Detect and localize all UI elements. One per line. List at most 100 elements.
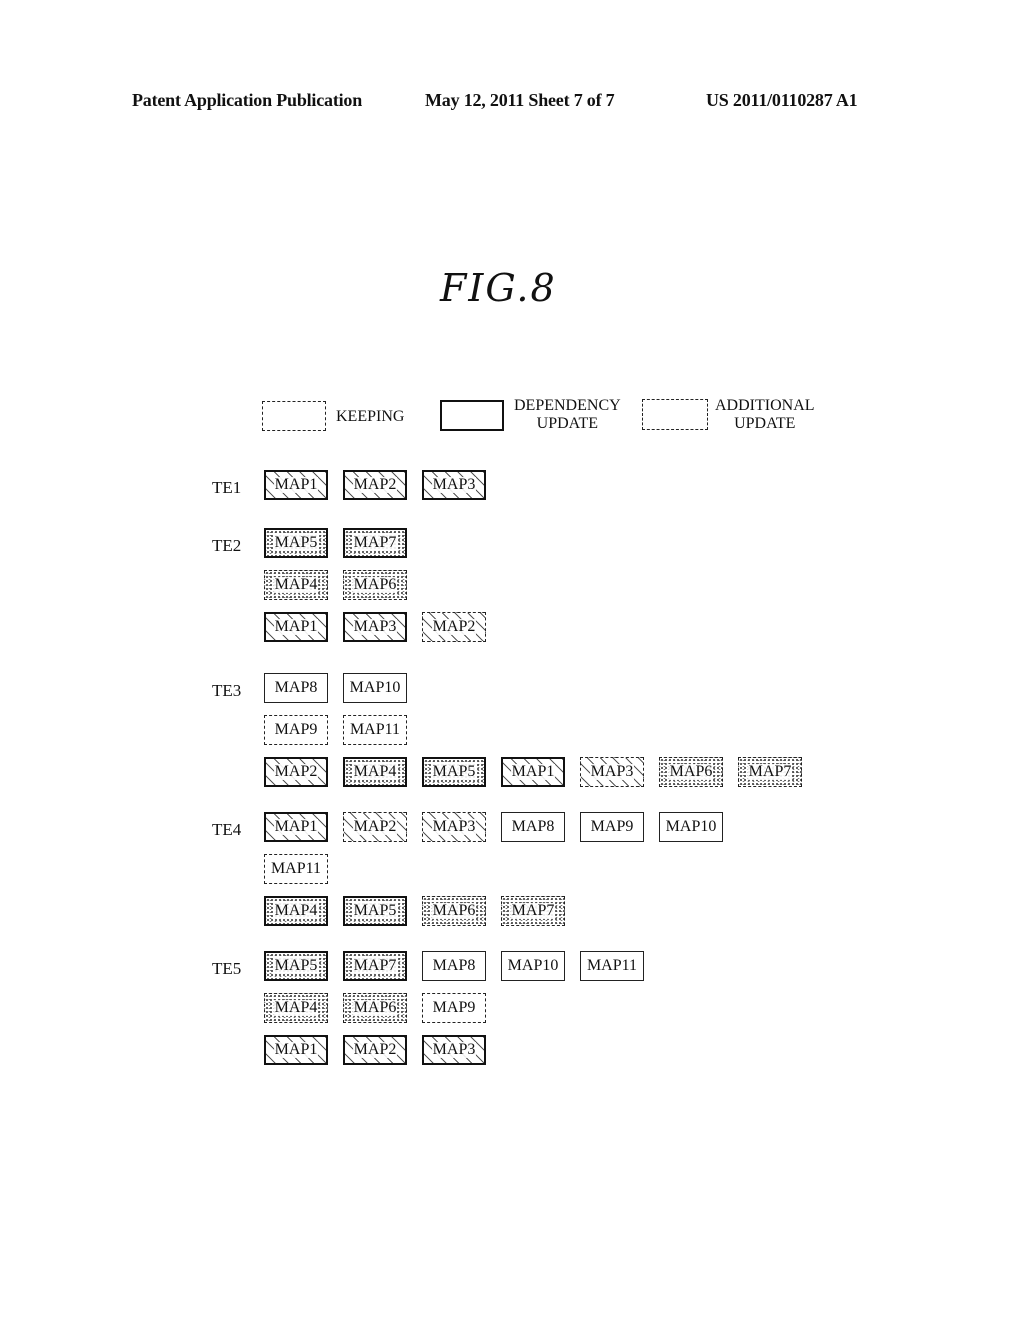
- publication-type: Patent Application Publication: [132, 90, 363, 110]
- map-box-map5: MAP5: [343, 896, 407, 926]
- map-label: MAP4: [352, 763, 398, 780]
- map-box-map7: MAP7: [738, 757, 802, 787]
- map-label: MAP6: [431, 902, 477, 919]
- group-label-te1: TE1: [212, 478, 242, 497]
- map-box-map9: MAP9: [422, 993, 486, 1023]
- map-label: MAP1: [510, 763, 556, 780]
- map-box-map7: MAP7: [501, 896, 565, 926]
- map-label: MAP3: [589, 763, 635, 780]
- map-box-map2: MAP2: [343, 1035, 407, 1065]
- map-label: MAP8: [431, 957, 477, 974]
- map-box-map7: MAP7: [343, 528, 407, 558]
- map-box-map1: MAP1: [264, 812, 328, 842]
- map-box-map1: MAP1: [264, 470, 328, 500]
- map-box-map4: MAP4: [264, 896, 328, 926]
- map-box-map10: MAP10: [343, 673, 407, 703]
- map-box-map2: MAP2: [343, 812, 407, 842]
- map-box-map5: MAP5: [422, 757, 486, 787]
- legend-additional-line2: UPDATE: [734, 415, 796, 432]
- map-label: MAP10: [506, 957, 560, 974]
- map-box-map3: MAP3: [422, 1035, 486, 1065]
- map-label: MAP6: [352, 999, 398, 1016]
- map-box-map6: MAP6: [659, 757, 723, 787]
- map-label: MAP8: [510, 818, 556, 835]
- publication-date-sheet: May 12, 2011 Sheet 7 of 7: [425, 90, 615, 110]
- map-label: MAP5: [273, 534, 319, 551]
- legend-dependency-swatch: [440, 400, 504, 431]
- map-box-map1: MAP1: [264, 612, 328, 642]
- map-label: MAP8: [273, 679, 319, 696]
- map-box-map10: MAP10: [659, 812, 723, 842]
- map-label: MAP2: [352, 476, 398, 493]
- map-label: MAP11: [348, 721, 402, 738]
- legend-keeping-label: KEEPING: [336, 408, 405, 425]
- map-box-map8: MAP8: [501, 812, 565, 842]
- map-box-map10: MAP10: [501, 951, 565, 981]
- map-box-map3: MAP3: [422, 812, 486, 842]
- map-label: MAP3: [431, 1041, 477, 1058]
- map-label: MAP6: [668, 763, 714, 780]
- map-label: MAP2: [431, 618, 477, 635]
- map-box-map2: MAP2: [343, 470, 407, 500]
- group-label-te2: TE2: [212, 536, 242, 555]
- map-label: MAP3: [352, 618, 398, 635]
- map-label: MAP5: [352, 902, 398, 919]
- map-label: MAP9: [273, 721, 319, 738]
- group-label-te3: TE3: [212, 681, 242, 700]
- map-box-map5: MAP5: [264, 528, 328, 558]
- map-box-map1: MAP1: [501, 757, 565, 787]
- map-box-map4: MAP4: [264, 570, 328, 600]
- legend-keeping-swatch: [262, 401, 326, 431]
- map-box-map6: MAP6: [343, 570, 407, 600]
- map-label: MAP1: [273, 618, 319, 635]
- map-box-map9: MAP9: [264, 715, 328, 745]
- map-label: MAP7: [510, 902, 556, 919]
- legend-additional-swatch: [642, 399, 708, 430]
- map-label: MAP11: [585, 957, 639, 974]
- map-label: MAP9: [431, 999, 477, 1016]
- map-box-map11: MAP11: [343, 715, 407, 745]
- map-label: MAP2: [352, 818, 398, 835]
- map-label: MAP6: [352, 576, 398, 593]
- map-box-map11: MAP11: [264, 854, 328, 884]
- map-label: MAP11: [269, 860, 323, 877]
- map-label: MAP4: [273, 999, 319, 1016]
- figure-title: FIG.8: [440, 266, 557, 310]
- map-box-map8: MAP8: [264, 673, 328, 703]
- map-label: MAP7: [352, 534, 398, 551]
- map-box-map6: MAP6: [343, 993, 407, 1023]
- legend-additional-line1: ADDITIONAL: [715, 397, 815, 414]
- map-label: MAP5: [431, 763, 477, 780]
- map-label: MAP5: [273, 957, 319, 974]
- legend-dependency-label: DEPENDENCY UPDATE: [514, 397, 621, 433]
- legend-dependency-line1: DEPENDENCY: [514, 397, 621, 414]
- map-label: MAP4: [273, 902, 319, 919]
- map-label: MAP1: [273, 818, 319, 835]
- map-box-map9: MAP9: [580, 812, 644, 842]
- map-box-map2: MAP2: [264, 757, 328, 787]
- map-box-map8: MAP8: [422, 951, 486, 981]
- map-box-map3: MAP3: [580, 757, 644, 787]
- map-box-map6: MAP6: [422, 896, 486, 926]
- legend-dependency-line2: UPDATE: [536, 415, 598, 432]
- map-label: MAP3: [431, 818, 477, 835]
- map-box-map11: MAP11: [580, 951, 644, 981]
- map-label: MAP7: [352, 957, 398, 974]
- map-box-map2: MAP2: [422, 612, 486, 642]
- map-box-map3: MAP3: [343, 612, 407, 642]
- publication-number: US 2011/0110287 A1: [706, 90, 858, 110]
- map-label: MAP1: [273, 1041, 319, 1058]
- map-label: MAP4: [273, 576, 319, 593]
- map-label: MAP2: [273, 763, 319, 780]
- group-label-te5: TE5: [212, 959, 242, 978]
- map-box-map1: MAP1: [264, 1035, 328, 1065]
- legend: KEEPING DEPENDENCY UPDATE ADDITIONAL UPD…: [262, 397, 842, 437]
- map-label: MAP1: [273, 476, 319, 493]
- map-box-map3: MAP3: [422, 470, 486, 500]
- map-label: MAP9: [589, 818, 635, 835]
- map-box-map5: MAP5: [264, 951, 328, 981]
- map-label: MAP10: [348, 679, 402, 696]
- map-label: MAP2: [352, 1041, 398, 1058]
- map-label: MAP7: [747, 763, 793, 780]
- map-label: MAP3: [431, 476, 477, 493]
